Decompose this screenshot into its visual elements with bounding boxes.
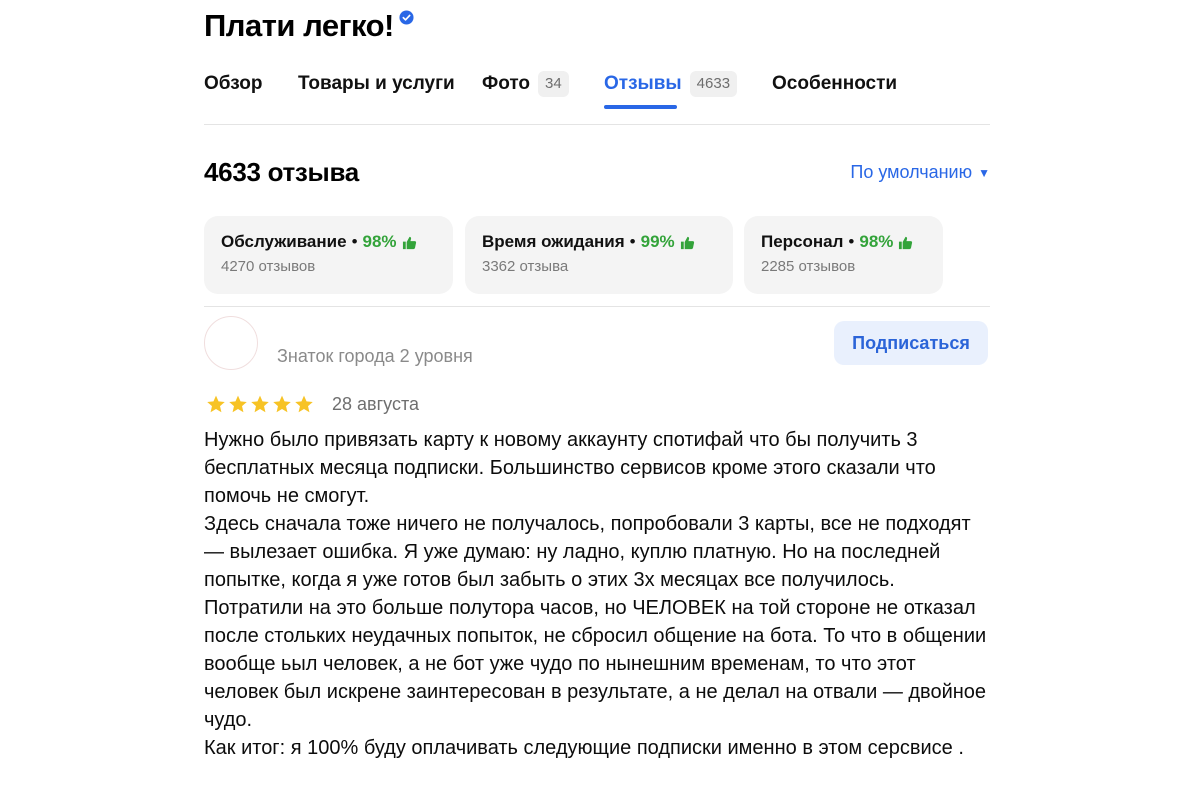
separator-dot: • [848,232,855,251]
review-text: Нужно было привязать карту к новому акка… [204,426,994,762]
author-level: Знаток города 2 уровня [277,346,473,366]
aspect-card-service[interactable]: Обслуживание • 98% 4270 отзывов [204,216,453,294]
tab-label: Обзор [204,73,263,94]
aspect-review-count: 3362 отзыва [482,258,569,275]
review-paragraph: Как итог: я 100% буду оплачивать следующ… [204,737,964,759]
avatar[interactable] [204,316,258,370]
aspect-title: Время ожидания • 99% [482,232,717,252]
active-tab-indicator [604,105,677,109]
verified-badge-icon [399,10,414,25]
aspect-title: Персонал • 98% [761,232,927,252]
tab-label: Особенности [772,73,898,94]
star-icon [295,395,313,413]
star-rating [205,394,315,415]
star-icon [207,395,225,413]
review-paragraph: Нужно было привязать карту к новому акка… [204,429,936,507]
star-icon [273,395,291,413]
thumbs-up-icon [680,236,694,249]
section-divider [204,306,990,307]
aspect-review-count: 4270 отзывов [221,258,316,275]
tab-label: Фото [482,73,531,94]
title-row: Плати легко! [204,8,414,44]
tab-features[interactable]: Особенности [772,68,897,100]
tab-overview[interactable]: Обзор [204,68,262,100]
aspect-title: Обслуживание • 98% [221,232,437,252]
business-page: Плати легко! Обзор Товары и услуги Фото … [204,0,990,800]
aspect-name: Персонал [761,232,844,251]
tab-bar: Обзор Товары и услуги Фото 34 Отзывы 463… [204,68,990,125]
reviews-count-heading: 4633 отзыва [204,157,359,187]
tab-count-badge: 34 [538,71,569,97]
business-name: Плати легко! [204,8,394,43]
subscribe-button[interactable]: Подписаться [834,321,988,365]
review-paragraph: Здесь сначала тоже ничего не получалось,… [204,513,987,731]
tab-label: Товары и услуги [298,73,455,94]
tab-reviews[interactable]: Отзывы 4633 [604,68,738,100]
star-icon [251,395,269,413]
aspect-name: Время ожидания [482,232,625,251]
aspect-card-waiting-time[interactable]: Время ожидания • 99% 3362 отзыва [465,216,733,294]
tab-goods-services[interactable]: Товары и услуги [298,68,455,100]
caret-down-icon: ▼ [978,165,990,180]
separator-dot: • [351,232,358,251]
aspect-card-staff[interactable]: Персонал • 98% 2285 отзывов [744,216,943,294]
aspect-review-count: 2285 отзывов [761,258,856,275]
thumbs-up-icon [899,236,913,249]
star-icon [229,395,247,413]
review-date: 28 августа [332,394,420,414]
sort-dropdown[interactable]: По умолчанию ▼ [850,162,990,183]
thumbs-up-icon [402,236,416,249]
sort-label: По умолчанию [850,162,973,182]
separator-dot: • [629,232,636,251]
aspect-percent: 98% [362,232,397,251]
aspect-percent: 98% [859,232,894,251]
aspect-name: Обслуживание [221,232,347,251]
tab-photo[interactable]: Фото 34 [482,68,569,100]
tab-label: Отзывы [604,73,682,94]
aspect-percent: 99% [640,232,675,251]
tab-count-badge: 4633 [689,71,738,97]
